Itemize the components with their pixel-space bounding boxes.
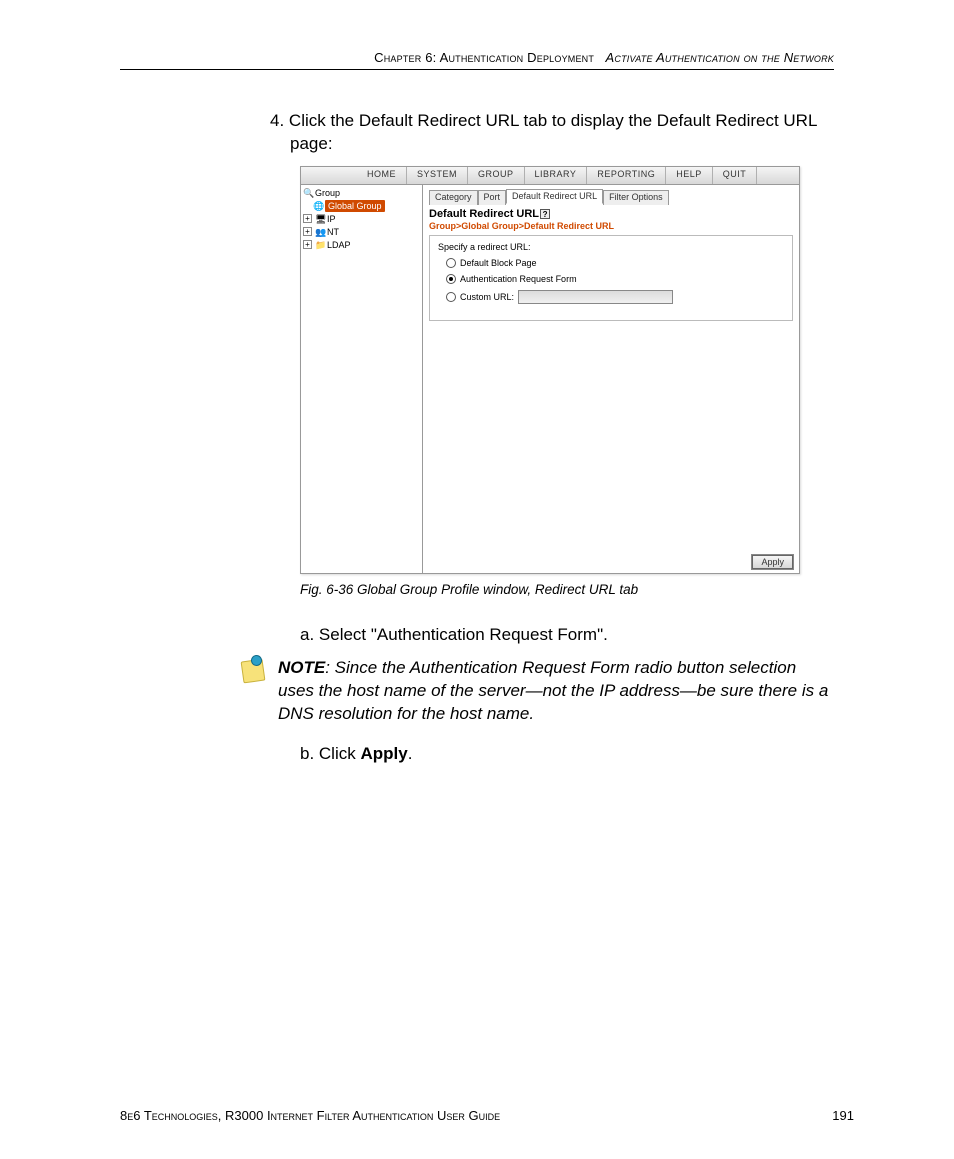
tree-ip[interactable]: + 🖥 IP — [303, 213, 420, 226]
header-chapter: Chapter 6: Authentication Deployment — [374, 50, 594, 65]
tree-ip-label: IP — [327, 213, 336, 225]
radio-icon[interactable] — [446, 274, 456, 284]
panel-title: Default Redirect URL? — [429, 208, 793, 220]
radio-custom-url[interactable]: Custom URL: — [446, 290, 784, 304]
substep-b: b. Click Apply. — [300, 744, 834, 764]
tree-panel: 🔍 Group 🌐 Global Group + 🖥 IP + 👥 NT — [301, 185, 423, 573]
note-text: NOTE: Since the Authentication Request F… — [278, 657, 834, 726]
radio-auth-request-label: Authentication Request Form — [460, 274, 577, 284]
footer-left: 8e6 Technologies, R3000 Internet Filter … — [120, 1108, 500, 1123]
tab-port[interactable]: Port — [478, 190, 507, 205]
computer-icon: 🖥 — [315, 214, 325, 224]
group-icon: 🔍 — [303, 188, 313, 198]
tree-ldap-label: LDAP — [327, 239, 351, 251]
step-4-number: 4. — [270, 111, 284, 130]
substep-b-suffix: . — [408, 744, 413, 763]
page-header: Chapter 6: Authentication Deployment Act… — [120, 50, 834, 70]
menu-home[interactable]: HOME — [357, 167, 407, 184]
substep-a: a. Select "Authentication Request Form". — [300, 625, 834, 645]
app-screenshot: HOME SYSTEM GROUP LIBRARY REPORTING HELP… — [300, 166, 800, 574]
menu-system[interactable]: SYSTEM — [407, 167, 468, 184]
substep-b-bold: Apply — [360, 744, 407, 763]
panel-title-text: Default Redirect URL — [429, 208, 539, 220]
radio-icon[interactable] — [446, 292, 456, 302]
menu-reporting[interactable]: REPORTING — [587, 167, 666, 184]
tree-root[interactable]: 🔍 Group — [303, 187, 420, 200]
breadcrumb: Group>Global Group>Default Redirect URL — [429, 221, 793, 231]
tree-root-label: Group — [315, 187, 340, 199]
radio-icon[interactable] — [446, 258, 456, 268]
tab-filter-options[interactable]: Filter Options — [603, 190, 669, 205]
menu-library[interactable]: LIBRARY — [525, 167, 588, 184]
tree-ldap[interactable]: + 📁 LDAP — [303, 239, 420, 252]
radio-auth-request[interactable]: Authentication Request Form — [446, 274, 784, 284]
menu-help[interactable]: HELP — [666, 167, 713, 184]
substep-b-prefix: b. Click — [300, 744, 360, 763]
users-icon: 👥 — [315, 227, 325, 237]
main-panel: Category Port Default Redirect URL Filte… — [423, 185, 799, 573]
step-4: 4. Click the Default Redirect URL tab to… — [270, 110, 834, 156]
expand-icon[interactable]: + — [303, 227, 312, 236]
step-4-text: Click the Default Redirect URL tab to di… — [289, 111, 817, 153]
note-icon — [240, 657, 268, 685]
expand-icon[interactable]: + — [303, 214, 312, 223]
figure-caption: Fig. 6-36 Global Group Profile window, R… — [300, 582, 834, 597]
radio-default-block-label: Default Block Page — [460, 258, 537, 268]
tree-global-group-label: Global Group — [325, 200, 385, 212]
custom-url-input[interactable] — [518, 290, 673, 304]
form-label: Specify a redirect URL: — [438, 242, 784, 252]
footer-page-number: 191 — [832, 1108, 854, 1123]
page-footer: 8e6 Technologies, R3000 Internet Filter … — [120, 1108, 854, 1123]
folder-icon: 📁 — [315, 240, 325, 250]
note-block: NOTE: Since the Authentication Request F… — [240, 657, 834, 726]
apply-button[interactable]: Apply — [752, 555, 793, 569]
menu-quit[interactable]: QUIT — [713, 167, 758, 184]
note-body: : Since the Authentication Request Form … — [278, 658, 828, 723]
tree-nt[interactable]: + 👥 NT — [303, 226, 420, 239]
redirect-form: Specify a redirect URL: Default Block Pa… — [429, 235, 793, 321]
help-icon[interactable]: ? — [540, 209, 550, 219]
tree-global-group[interactable]: 🌐 Global Group — [303, 200, 420, 213]
tab-default-redirect-url[interactable]: Default Redirect URL — [506, 189, 603, 204]
tab-category[interactable]: Category — [429, 190, 478, 205]
tree-nt-label: NT — [327, 226, 339, 238]
expand-icon[interactable]: + — [303, 240, 312, 249]
menubar: HOME SYSTEM GROUP LIBRARY REPORTING HELP… — [301, 167, 799, 185]
note-label: NOTE — [278, 658, 325, 677]
radio-custom-url-label: Custom URL: — [460, 292, 514, 302]
header-section: Activate Authentication on the Network — [606, 50, 834, 65]
radio-default-block[interactable]: Default Block Page — [446, 258, 784, 268]
tab-bar: Category Port Default Redirect URL Filte… — [429, 189, 793, 204]
menu-group[interactable]: GROUP — [468, 167, 525, 184]
globe-icon: 🌐 — [313, 201, 323, 211]
